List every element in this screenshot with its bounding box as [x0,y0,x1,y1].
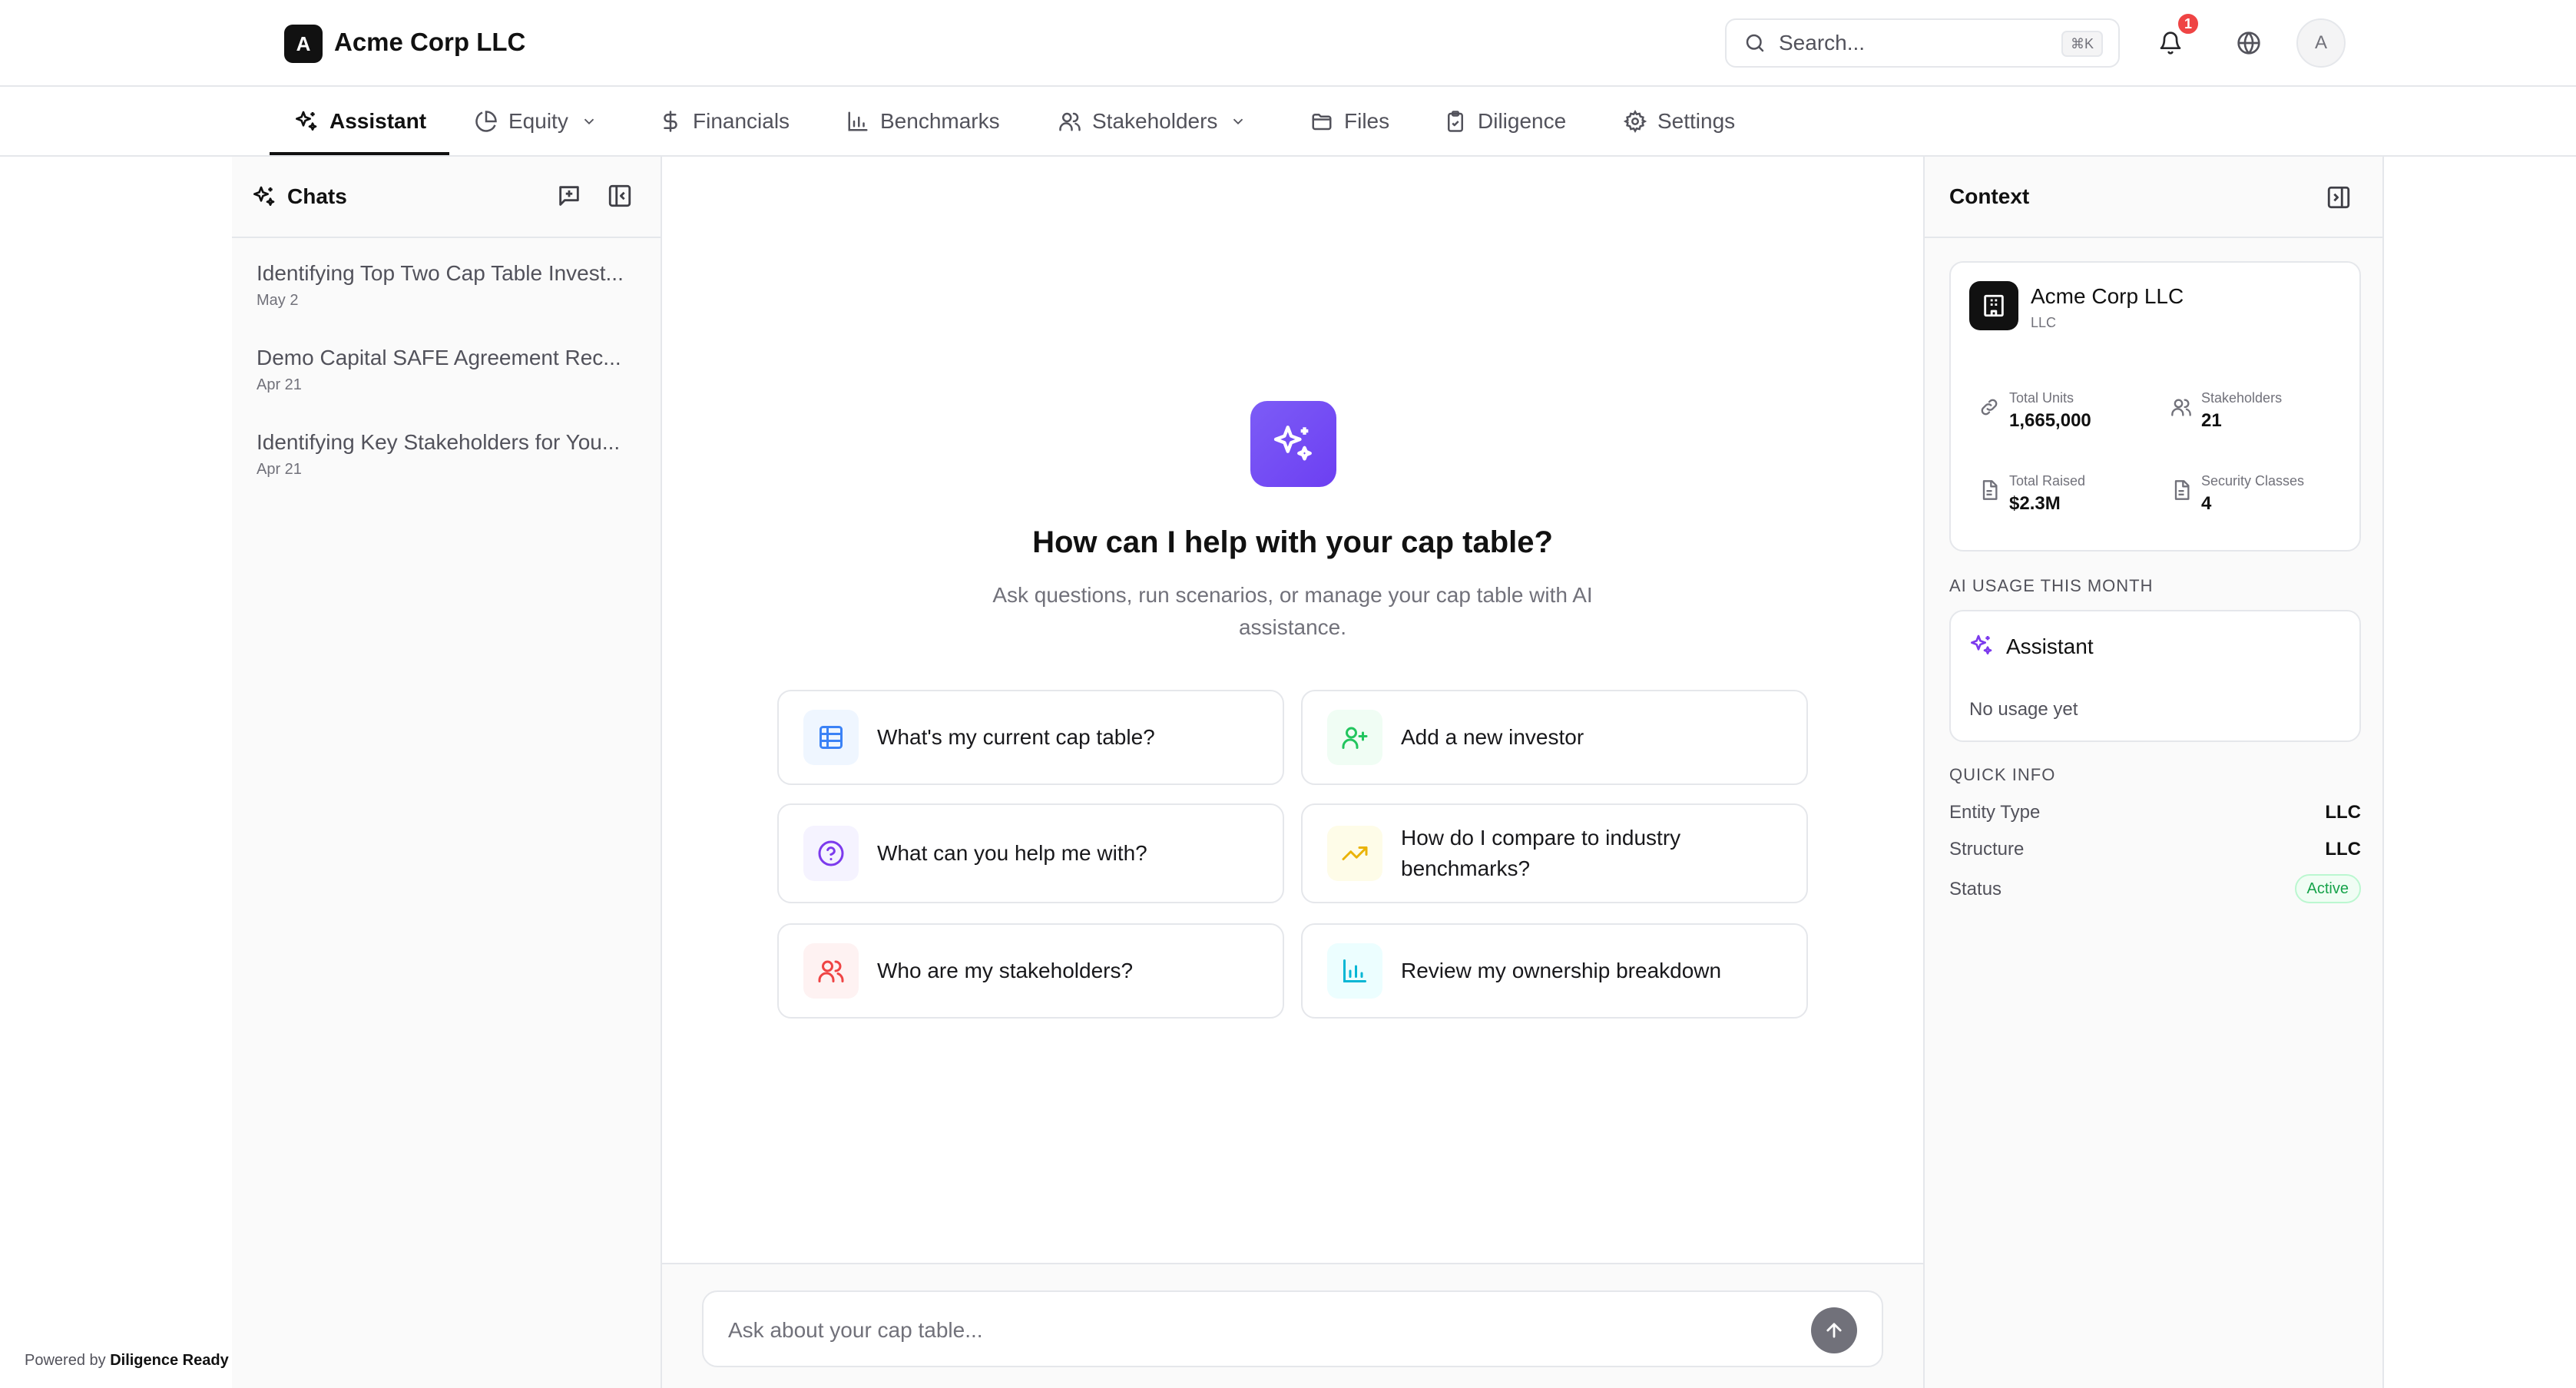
main-nav: Assistant Equity Financials Benchmarks S… [0,87,2576,157]
suggestion-card[interactable]: Review my ownership breakdown [1301,923,1808,1019]
context-title: Context [1949,184,2030,208]
chat-input-placeholder: Ask about your cap table... [728,1318,983,1342]
powered-by: Powered by Diligence Ready [25,1352,229,1369]
user-plus-icon [1327,710,1382,765]
trending-up-icon [1327,826,1382,881]
help-circle-icon [803,826,859,881]
assistant-logo [1250,401,1336,487]
dollar-icon [659,110,693,133]
folder-icon [1310,110,1344,133]
document-icon [2170,479,2192,501]
suggestion-card[interactable]: Add a new investor [1301,690,1808,785]
globe-icon [2237,31,2261,55]
chevron-down-icon [581,113,608,130]
top-header: A Acme Corp LLC Search... ⌘K 1 A [0,0,2576,87]
sparkles-icon [252,184,276,209]
tab-diligence[interactable]: Diligence [1444,87,1566,155]
bell-icon [2158,31,2183,55]
users-icon [2170,396,2192,418]
search-icon [1743,31,1766,55]
powered-by-brand[interactable]: Diligence Ready [110,1352,229,1369]
send-button[interactable] [1811,1307,1857,1353]
building-icon [1969,281,2018,330]
users-icon [803,943,859,999]
suggestion-card[interactable]: What's my current cap table? [777,690,1284,785]
clipboard-check-icon [1444,110,1478,133]
active-tab-indicator [270,152,449,155]
chat-item[interactable]: Demo Capital SAFE Agreement Rec... Apr 2… [257,346,641,394]
chevron-down-icon [1230,113,1257,130]
gear-icon [1624,109,1657,133]
tab-settings[interactable]: Settings [1624,87,1735,155]
entity-type: LLC [2031,315,2057,330]
tab-assistant[interactable]: Assistant [294,87,426,155]
tab-benchmarks[interactable]: Benchmarks [846,87,1000,155]
chat-main: How can I help with your cap table? Ask … [662,157,1923,1388]
context-panel: Context Acme Corp LLC LLC Total Units 1,… [1923,157,2384,1388]
company-name[interactable]: Acme Corp LLC [334,28,525,57]
bar-chart-icon [1327,943,1382,999]
status-badge: Active [2294,874,2361,903]
users-icon [1058,110,1092,133]
sparkles-icon [1271,422,1316,466]
link-icon [1978,396,2000,418]
arrow-up-icon [1823,1320,1845,1341]
tab-stakeholders[interactable]: Stakeholders [1058,87,1257,155]
document-icon [1978,479,2000,501]
entity-card: Acme Corp LLC LLC Total Units 1,665,000 … [1949,261,2361,552]
notification-badge: 1 [2177,12,2200,35]
page-title: How can I help with your cap table? [1032,525,1553,559]
suggestion-card[interactable]: How do I compare to industry benchmarks? [1301,803,1808,903]
sidebar-title: Chats [287,184,347,208]
bar-chart-icon [846,110,880,133]
tab-equity[interactable]: Equity [475,87,608,155]
ai-usage-status: No usage yet [1969,699,2078,720]
page-subtitle: Ask questions, run scenarios, or manage … [992,583,1593,639]
chats-sidebar: Chats Identifying Top Two Cap Table Inve… [232,157,662,1388]
chat-item[interactable]: Identifying Top Two Cap Table Invest... … [257,261,641,310]
suggestion-card[interactable]: What can you help me with? [777,803,1284,903]
entity-name: Acme Corp LLC [2031,284,2184,308]
language-button[interactable] [2227,22,2270,65]
chat-input[interactable]: Ask about your cap table... [702,1290,1883,1367]
search-shortcut: ⌘K [2061,31,2103,57]
table-icon [803,710,859,765]
sparkles-icon [294,109,329,134]
collapse-context-button[interactable] [2326,184,2352,210]
tab-financials[interactable]: Financials [659,87,790,155]
chat-item[interactable]: Identifying Key Stakeholders for You... … [257,430,641,479]
quick-info-label: QUICK INFO [1949,765,2056,784]
pie-chart-icon [475,110,508,133]
search-input[interactable]: Search... ⌘K [1725,18,2120,68]
company-logo[interactable]: A [284,25,323,63]
ai-usage-card: Assistant No usage yet [1949,610,2361,742]
sparkles-icon [1969,633,1994,658]
ai-usage-name: Assistant [2006,634,2094,658]
ai-usage-label: AI USAGE THIS MONTH [1949,576,2154,595]
collapse-sidebar-button[interactable] [607,183,633,209]
tab-files[interactable]: Files [1310,87,1389,155]
context-header: Context [1925,157,2382,238]
new-chat-button[interactable] [556,183,582,209]
sidebar-header: Chats [232,157,661,238]
suggestion-card[interactable]: Who are my stakeholders? [777,923,1284,1019]
search-placeholder: Search... [1779,31,1866,55]
user-avatar[interactable]: A [2296,18,2346,68]
